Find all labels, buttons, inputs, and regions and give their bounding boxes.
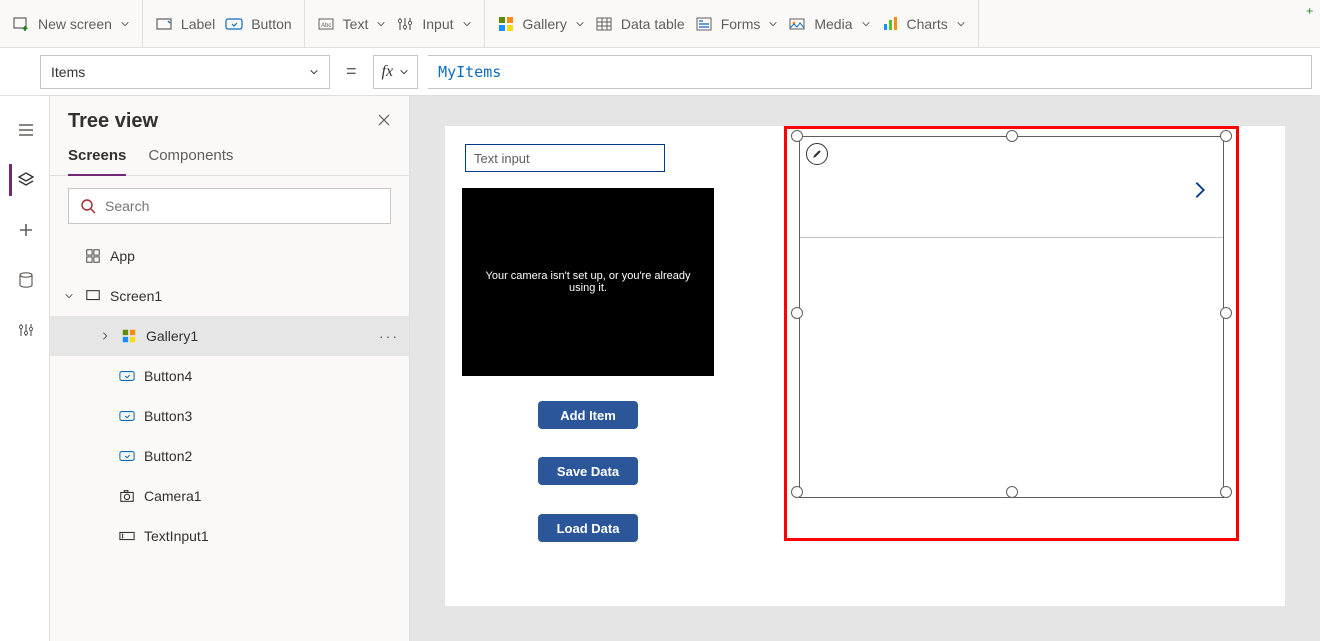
button-icon: [118, 368, 136, 384]
tree-tabs: Screens Components: [50, 139, 409, 176]
fx-label: fx: [382, 63, 394, 81]
chevron-down-icon: [399, 67, 409, 77]
rail-data[interactable]: [9, 264, 41, 296]
resize-handle[interactable]: [1006, 130, 1018, 142]
rail-insert[interactable]: [9, 214, 41, 246]
tree-search[interactable]: [68, 188, 391, 224]
tree-node-gallery1[interactable]: Gallery1 ···: [50, 316, 409, 356]
insert-gallery-menu[interactable]: Gallery: [497, 15, 585, 33]
insert-charts-menu[interactable]: Charts: [881, 15, 966, 33]
canvas-save-data-button[interactable]: Save Data: [538, 457, 638, 485]
screen-canvas[interactable]: Text input Your camera isn't set up, or …: [445, 126, 1285, 606]
resize-handle[interactable]: [1220, 307, 1232, 319]
fx-button[interactable]: fx: [373, 55, 419, 89]
chevron-down-icon: [768, 19, 778, 29]
tree-view-title: Tree view: [68, 110, 158, 133]
text-input-icon: [118, 528, 136, 544]
button-icon: [225, 15, 243, 33]
close-panel-button[interactable]: [377, 113, 391, 130]
insert-datatable[interactable]: Data table: [595, 15, 685, 33]
rail-hamburger[interactable]: [9, 114, 41, 146]
gallery-next-icon[interactable]: [1189, 179, 1211, 204]
chevron-down-icon: [309, 67, 319, 77]
resize-handle[interactable]: [1006, 486, 1018, 498]
insert-label[interactable]: Label: [155, 15, 215, 33]
chevron-down-icon: [120, 19, 130, 29]
charts-icon: [881, 15, 899, 33]
tree-node-button4[interactable]: Button4: [50, 356, 409, 396]
formula-bar: Items = fx: [0, 48, 1320, 96]
camera-icon: [118, 488, 136, 504]
screen-icon: [84, 288, 102, 304]
gallery-template-area[interactable]: [799, 136, 1224, 498]
insert-media-menu[interactable]: Media: [788, 15, 870, 33]
ribbon-overflow-add[interactable]: ⁺: [1306, 4, 1314, 24]
chevron-down-icon: [956, 19, 966, 29]
canvas-area[interactable]: Text input Your camera isn't set up, or …: [410, 96, 1320, 641]
new-screen-icon: [12, 15, 30, 33]
rail-tree-view[interactable]: [9, 164, 41, 196]
tab-screens[interactable]: Screens: [68, 139, 126, 176]
search-icon: [79, 197, 97, 215]
canvas-load-data-button[interactable]: Load Data: [538, 514, 638, 542]
node-more-menu[interactable]: ···: [379, 328, 399, 344]
forms-icon: [695, 15, 713, 33]
button-icon: [118, 408, 136, 424]
gallery-icon: [497, 15, 515, 33]
button-icon: [118, 448, 136, 464]
data-table-icon: [595, 15, 613, 33]
tree-node-textinput1[interactable]: TextInput1: [50, 516, 409, 556]
media-icon: [788, 15, 806, 33]
insert-ribbon: New screen Label Button Text Input Galle…: [0, 0, 1320, 48]
insert-input-menu[interactable]: Input: [396, 15, 471, 33]
expand-toggle[interactable]: [62, 291, 76, 301]
resize-handle[interactable]: [1220, 130, 1232, 142]
resize-handle[interactable]: [791, 307, 803, 319]
tree-node-button3[interactable]: Button3: [50, 396, 409, 436]
left-rail: [0, 96, 50, 641]
chevron-down-icon: [575, 19, 585, 29]
new-screen-label: New screen: [38, 16, 112, 32]
formula-input[interactable]: [428, 55, 1312, 89]
tree-node-app[interactable]: App: [50, 236, 409, 276]
tab-components[interactable]: Components: [148, 139, 233, 175]
canvas-camera[interactable]: Your camera isn't set up, or you're alre…: [462, 188, 714, 376]
gallery-icon: [120, 328, 138, 344]
canvas-add-item-button[interactable]: Add Item: [538, 401, 638, 429]
resize-handle[interactable]: [1220, 486, 1232, 498]
canvas-gallery-selection[interactable]: [784, 126, 1239, 541]
expand-toggle[interactable]: [98, 331, 112, 341]
text-icon: [317, 15, 335, 33]
resize-handle[interactable]: [791, 130, 803, 142]
chevron-down-icon: [462, 19, 472, 29]
canvas-text-input[interactable]: Text input: [465, 144, 665, 172]
chevron-down-icon: [861, 19, 871, 29]
label-icon: [155, 15, 173, 33]
tree-node-screen1[interactable]: Screen1: [50, 276, 409, 316]
property-selector[interactable]: Items: [40, 55, 330, 89]
camera-message: Your camera isn't set up, or you're alre…: [478, 270, 698, 294]
sliders-icon: [396, 15, 414, 33]
tree-node-camera1[interactable]: Camera1: [50, 476, 409, 516]
tree-view-panel: Tree view Screens Components App Screen1: [50, 96, 410, 641]
resize-handle[interactable]: [791, 486, 803, 498]
chevron-down-icon: [376, 19, 386, 29]
app-icon: [84, 248, 102, 264]
property-name: Items: [51, 64, 85, 80]
rail-advanced-tools[interactable]: [9, 314, 41, 346]
tree-search-input[interactable]: [105, 198, 380, 214]
insert-forms-menu[interactable]: Forms: [695, 15, 779, 33]
tree-node-button2[interactable]: Button2: [50, 436, 409, 476]
insert-button[interactable]: Button: [225, 15, 291, 33]
new-screen-menu[interactable]: New screen: [12, 15, 130, 33]
edit-template-badge[interactable]: [806, 143, 828, 165]
tree-list: App Screen1 Gallery1 ··· Button4: [50, 236, 409, 641]
equals-sign: =: [340, 61, 363, 82]
insert-text-menu[interactable]: Text: [317, 15, 387, 33]
gallery-row-separator: [800, 237, 1223, 238]
